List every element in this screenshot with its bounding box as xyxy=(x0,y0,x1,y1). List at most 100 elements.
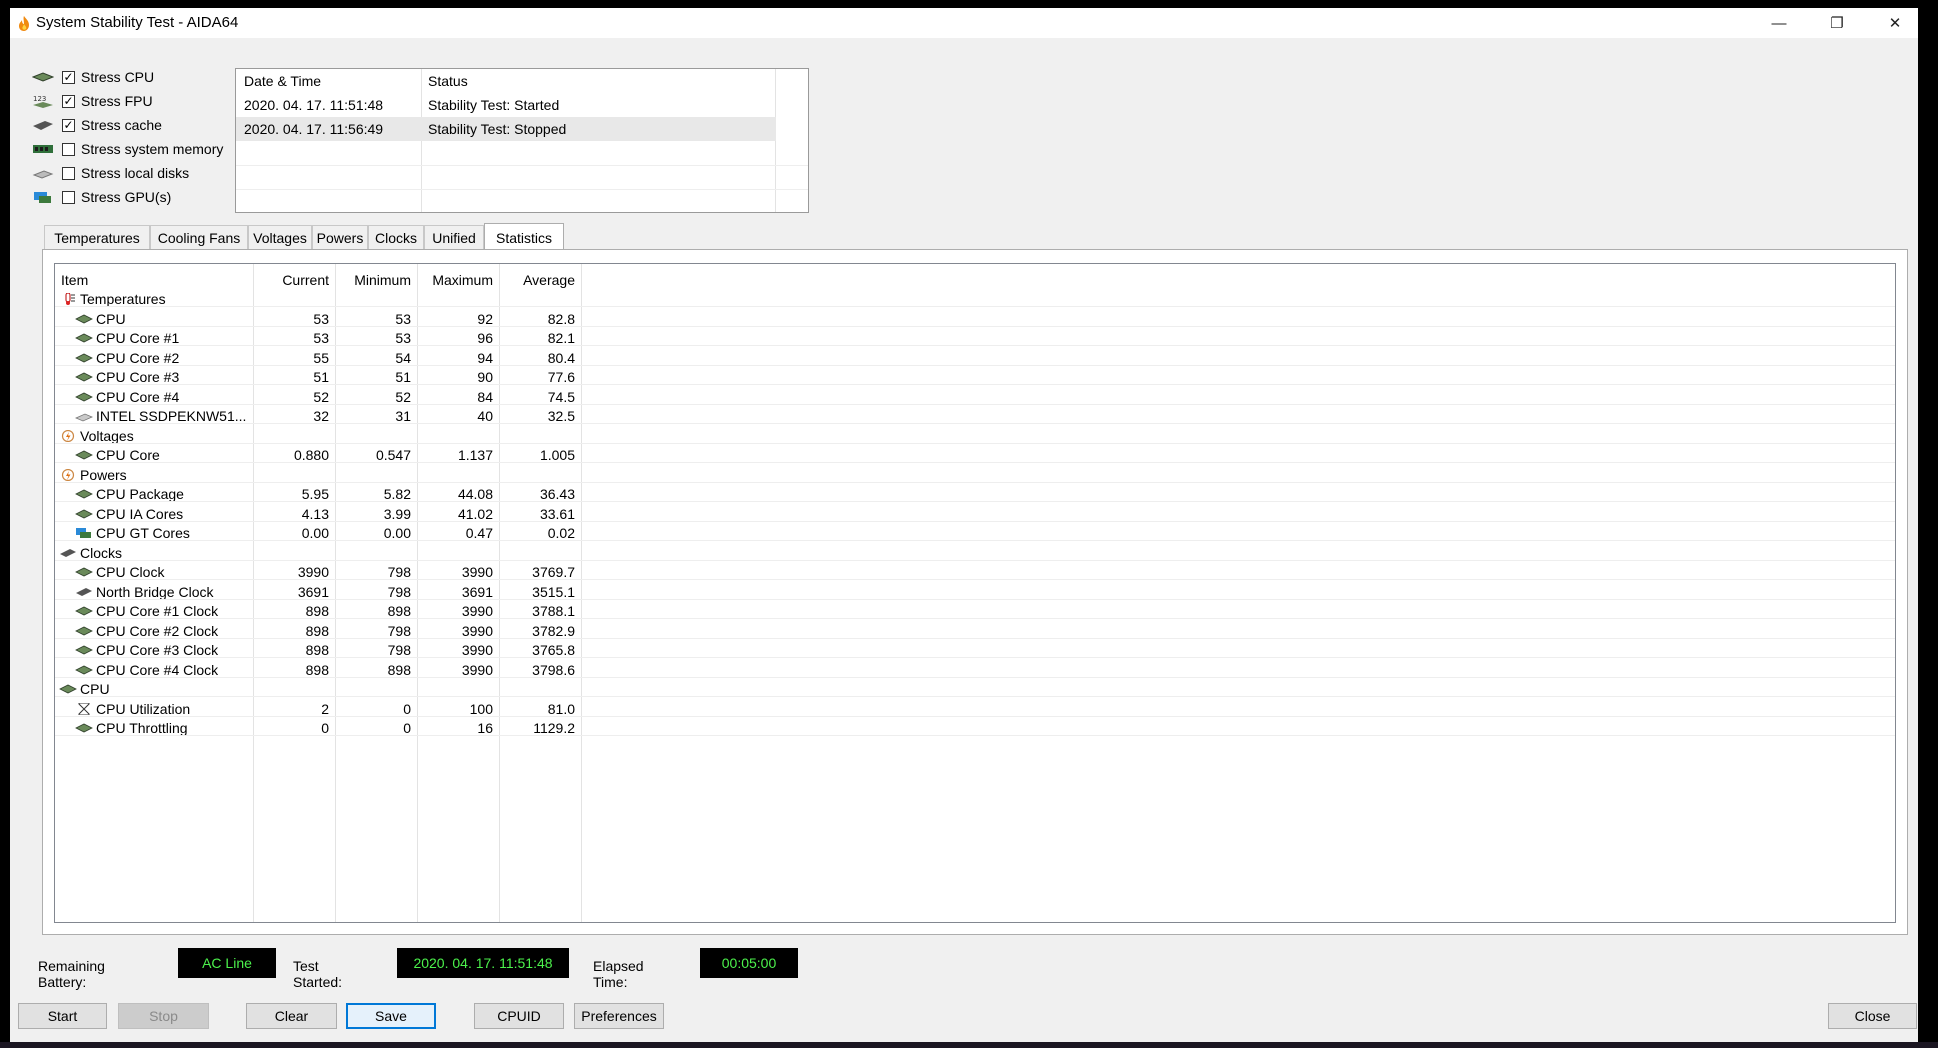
save-button[interactable]: Save xyxy=(346,1003,436,1029)
statistics-table[interactable]: Item Current Minimum Maximum Average Tem… xyxy=(54,263,1896,923)
average-value: 3798.6 xyxy=(532,661,575,678)
cpu-chip-icon xyxy=(75,372,93,382)
row-name-cell: CPU IA Cores xyxy=(75,506,183,522)
current-value: 3691 xyxy=(297,583,329,600)
average-value: 82.1 xyxy=(547,330,575,346)
cpuid-button[interactable]: CPUID xyxy=(474,1003,564,1029)
stability-test-window: System Stability Test - AIDA64 — ❐ ✕ ✓ S… xyxy=(10,8,1918,1042)
stress-option-disks[interactable]: Stress local disks xyxy=(32,162,189,184)
stress-fpu-checkbox[interactable]: ✓ xyxy=(62,94,75,108)
event-log-table[interactable]: Date & Time Status 2020. 04. 17. 11:51:4… xyxy=(235,68,809,213)
cpu-chip-icon xyxy=(75,450,93,460)
current-value: 52 xyxy=(313,388,329,405)
stress-gpu-checkbox[interactable] xyxy=(62,190,75,204)
row-name-cell: CPU Core #2 Clock xyxy=(75,623,218,639)
tab-clocks[interactable]: Clocks xyxy=(368,225,424,249)
aida64-flame-icon xyxy=(19,16,29,31)
cpu-chip-icon xyxy=(75,723,93,733)
current-value: 55 xyxy=(313,349,329,366)
stress-cache-checkbox[interactable]: ✓ xyxy=(62,118,75,132)
tab-cooling-fans[interactable]: Cooling Fans xyxy=(150,225,248,249)
stress-option-memory[interactable]: Stress system memory xyxy=(32,138,223,160)
row-name-cell: CPU Core #4 Clock xyxy=(75,662,218,678)
row-name-cell: CPU Package xyxy=(75,486,184,502)
button-bar: Start Stop Clear Save CPUID Preferences … xyxy=(10,992,1918,1042)
minimum-value: 798 xyxy=(387,583,411,600)
header-maximum[interactable]: Maximum xyxy=(419,272,493,288)
minimum-value: 0.547 xyxy=(375,447,411,463)
row-label: CPU Core #1 xyxy=(96,330,180,346)
memory-module-icon xyxy=(33,145,53,153)
log-grid-line xyxy=(236,165,808,166)
minimize-button[interactable]: — xyxy=(1750,8,1808,38)
log-status: Stability Test: Started xyxy=(428,97,560,113)
stop-button[interactable]: Stop xyxy=(118,1003,209,1029)
tab-voltages[interactable]: Voltages xyxy=(248,225,312,249)
close-window-button[interactable]: ✕ xyxy=(1866,8,1924,38)
title-bar[interactable]: System Stability Test - AIDA64 — ❐ ✕ xyxy=(10,8,1918,38)
tab-unified[interactable]: Unified xyxy=(424,225,484,249)
start-button[interactable]: Start xyxy=(18,1003,107,1029)
tab-statistics[interactable]: Statistics xyxy=(484,223,564,251)
battery-value: AC Line xyxy=(178,948,276,978)
log-datetime: 2020. 04. 17. 11:56:49 xyxy=(244,121,384,137)
stress-memory-checkbox[interactable] xyxy=(62,142,75,156)
row-name-cell: CPU Core xyxy=(75,447,160,463)
log-header-datetime[interactable]: Date & Time xyxy=(244,73,321,89)
header-average[interactable]: Average xyxy=(501,272,575,288)
stress-option-cpu[interactable]: ✓ Stress CPU xyxy=(32,66,154,88)
stress-option-fpu[interactable]: 123 ✓ Stress FPU xyxy=(32,90,153,112)
row-label: CPU Utilization xyxy=(96,700,191,717)
maximum-value: 94 xyxy=(477,349,493,366)
log-grid-line xyxy=(236,189,808,190)
average-value: 80.4 xyxy=(547,349,575,366)
clear-button[interactable]: Clear xyxy=(246,1003,337,1029)
stress-option-gpu[interactable]: Stress GPU(s) xyxy=(32,186,171,208)
current-value: 0.880 xyxy=(293,447,329,463)
row-name-cell: CPU Clock xyxy=(75,564,164,580)
table-row[interactable]: CPU Throttling 0 0 16 1129.2 xyxy=(55,716,1895,740)
row-label: CPU Core #4 Clock xyxy=(96,661,219,678)
minimum-value: 53 xyxy=(395,310,411,327)
preferences-button[interactable]: Preferences xyxy=(574,1003,664,1029)
row-name-cell: CPU GT Cores xyxy=(75,525,190,541)
row-label: INTEL SSDPEKNW51... xyxy=(96,408,247,424)
cpu-chip-icon xyxy=(75,314,93,323)
log-row[interactable]: 2020. 04. 17. 11:56:49 Stability Test: S… xyxy=(236,117,776,141)
row-name-cell: Powers xyxy=(59,467,127,483)
tab-powers[interactable]: Powers xyxy=(312,225,368,249)
stress-disks-label: Stress local disks xyxy=(81,165,190,181)
row-name-cell: CPU Throttling xyxy=(75,720,188,736)
minimum-value: 0.00 xyxy=(383,525,411,541)
header-item[interactable]: Item xyxy=(61,272,88,288)
fpu-123-icon: 123 xyxy=(33,95,53,108)
row-name-cell: CPU xyxy=(59,681,110,697)
stress-option-cache[interactable]: ✓ Stress cache xyxy=(32,114,162,136)
average-value: 3765.8 xyxy=(532,642,575,658)
stress-cpu-checkbox[interactable]: ✓ xyxy=(62,70,75,84)
close-button[interactable]: Close xyxy=(1828,1003,1917,1029)
cache-chip-icon xyxy=(33,121,53,130)
current-value: 0.00 xyxy=(301,525,329,541)
header-minimum[interactable]: Minimum xyxy=(337,272,411,288)
disk-drive-icon xyxy=(32,170,54,179)
log-header-status[interactable]: Status xyxy=(428,73,468,89)
average-value: 82.8 xyxy=(547,310,575,327)
header-current[interactable]: Current xyxy=(255,272,329,288)
row-name-cell: Voltages xyxy=(59,428,134,444)
cpu-chip-icon xyxy=(75,626,93,635)
row-label: CPU GT Cores xyxy=(96,525,190,541)
test-started-label: Test Started: xyxy=(293,958,343,990)
stress-disks-checkbox[interactable] xyxy=(62,166,75,180)
tab-temperatures[interactable]: Temperatures xyxy=(44,225,150,249)
restore-button[interactable]: ❐ xyxy=(1808,8,1866,38)
log-row[interactable]: 2020. 04. 17. 11:51:48 Stability Test: S… xyxy=(236,93,776,117)
row-label: CPU Core #2 Clock xyxy=(96,622,219,639)
maximum-value: 3990 xyxy=(461,564,493,580)
row-name-cell: CPU Core #3 Clock xyxy=(75,642,218,658)
row-label: CPU xyxy=(80,681,110,697)
log-header-row: Date & Time Status xyxy=(236,69,776,93)
minimum-value: 53 xyxy=(395,330,411,346)
row-label: Clocks xyxy=(80,544,123,561)
average-value: 3769.7 xyxy=(532,564,575,580)
